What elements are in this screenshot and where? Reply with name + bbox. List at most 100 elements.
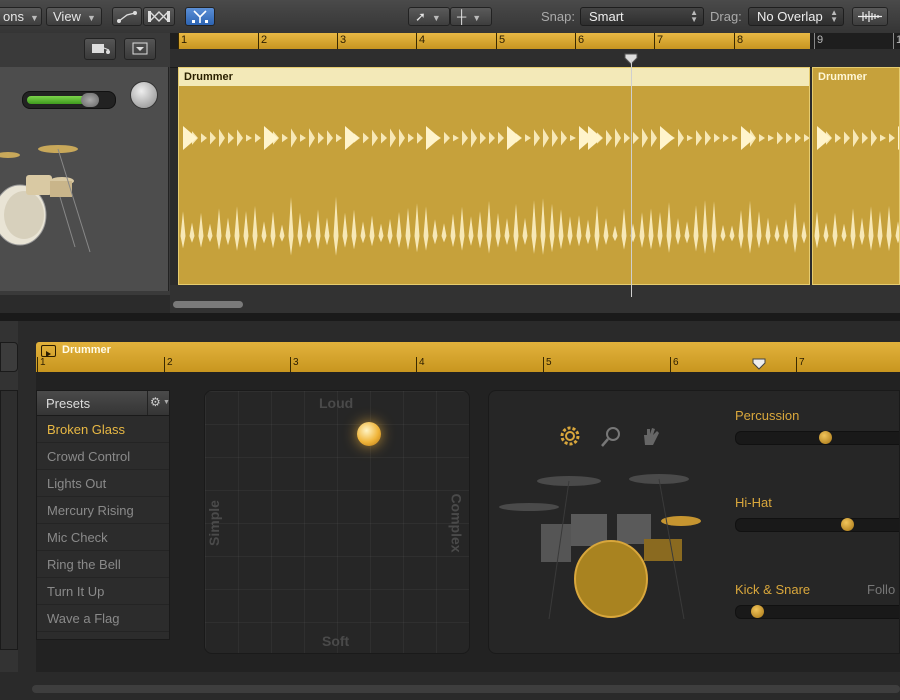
volume-slider[interactable]: [22, 91, 116, 109]
magnifier-icon[interactable]: [599, 425, 623, 449]
editor-region-name: Drummer: [62, 344, 111, 356]
flex-button[interactable]: [143, 7, 175, 26]
preset-item[interactable]: Wave a Flag: [37, 606, 169, 632]
playhead-line: [631, 60, 632, 297]
crosshair-tool-icon: ┼: [457, 9, 467, 24]
percussion-knob[interactable]: [819, 431, 832, 444]
editor-ruler[interactable]: Drummer 1 2 3 4 5 6 7: [36, 342, 900, 372]
dropdown-box-icon: [132, 42, 148, 55]
presets-title: Presets: [46, 396, 91, 411]
drag-label: Drag:: [710, 9, 742, 24]
xy-top-label: Loud: [319, 395, 354, 411]
command-click-tool-menu[interactable]: ┼ ▼: [450, 7, 492, 26]
view-menu[interactable]: View ▼: [46, 7, 102, 26]
ruler-bar-4: 4: [416, 33, 425, 49]
xy-puck[interactable]: [357, 422, 381, 446]
preset-item[interactable]: Lights Out: [37, 471, 169, 497]
pan-knob[interactable]: [130, 81, 158, 109]
arrange-scroll-area: [170, 285, 900, 313]
pane-divider[interactable]: [0, 313, 900, 321]
drum-pattern-waveform: [180, 126, 809, 256]
kick-snare-label: Kick & Snare: [735, 582, 811, 597]
presets-header: Presets ⚙ ▼: [37, 391, 170, 416]
automation-button[interactable]: [112, 7, 142, 26]
catch-icon: [192, 10, 208, 23]
view-label: View: [53, 9, 81, 24]
kick-snare-slider[interactable]: [735, 605, 899, 619]
preset-item[interactable]: Mercury Rising: [37, 498, 169, 524]
ruler-bar-2: 2: [258, 33, 267, 49]
functions-menu[interactable]: ons ▼: [0, 7, 42, 26]
gear-icon: ⚙: [150, 395, 161, 409]
kick-snare-knob[interactable]: [751, 605, 764, 618]
snap-select[interactable]: Smart ▲ ▼: [580, 7, 704, 26]
loudness-complexity-pad[interactable]: Loud Soft Simple Complex: [204, 390, 470, 654]
region-flag-button[interactable]: [84, 38, 116, 60]
stepper-icon: ▲ ▼: [830, 8, 838, 24]
ruler-bar-3: 3: [337, 33, 346, 49]
snap-value: Smart: [589, 9, 624, 24]
ruler-bar-8: 8: [734, 33, 743, 49]
presets-action-menu[interactable]: ⚙ ▼: [147, 391, 170, 415]
editor-scrollbar[interactable]: [32, 685, 900, 693]
catch-button[interactable]: [185, 7, 215, 26]
left-click-tool-menu[interactable]: ➚ ▼: [408, 7, 450, 26]
xy-left-label: Simple: [205, 500, 222, 546]
hihat-knob[interactable]: [841, 518, 854, 531]
editor-side-panel: [0, 390, 18, 650]
toolbar: ons ▼ View ▼ ➚ ▼ ┼ ▼ Snap: Smart ▲ ▼ Drag: No …: [0, 0, 900, 34]
percussion-slider[interactable]: [735, 431, 899, 445]
xy-right-label: Complex: [448, 493, 465, 553]
drummer-region[interactable]: Drummer: [812, 67, 900, 285]
flag-icon: [92, 44, 110, 54]
gear-icon[interactable]: [557, 423, 583, 449]
preset-item[interactable]: Turn It Up: [37, 579, 169, 605]
editor-bar-1: 1: [37, 357, 46, 372]
cycle-area[interactable]: 1 2 3 4 5 6 7 8: [178, 33, 810, 49]
horizontal-scrollbar[interactable]: [173, 301, 243, 308]
region-play-icon[interactable]: [41, 345, 56, 357]
drum-kit-image: [0, 145, 91, 253]
hihat-slider[interactable]: [735, 518, 899, 532]
drummer-track-header[interactable]: [0, 67, 169, 291]
hand-icon[interactable]: [639, 425, 663, 449]
editor-bar-7: 7: [796, 357, 805, 372]
preset-item[interactable]: Mic Check: [37, 525, 169, 551]
preset-item[interactable]: Ring the Bell: [37, 552, 169, 578]
editor-bar-3: 3: [290, 357, 299, 372]
track-options-button[interactable]: [124, 38, 156, 60]
drum-pattern-waveform: [814, 126, 899, 252]
ruler-lower-strip[interactable]: [170, 49, 900, 68]
stepper-icon: ▲ ▼: [690, 8, 698, 24]
ruler-bar-7: 7: [654, 33, 663, 49]
ruler-bar-5: 5: [496, 33, 505, 49]
drag-value: No Overlap: [757, 9, 823, 24]
waveform-zoom-button[interactable]: [852, 7, 888, 26]
ruler-bar-9: 9: [814, 33, 823, 49]
preset-item[interactable]: Crowd Control: [37, 444, 169, 470]
follow-label: Follo: [867, 582, 896, 597]
functions-label: ons: [3, 9, 24, 24]
snap-label: Snap:: [541, 9, 575, 24]
editor-bar-5: 5: [543, 357, 552, 372]
editor-bar-6: 6: [670, 357, 679, 372]
waveform-icon: [858, 11, 882, 22]
flex-icon: [148, 11, 170, 22]
region-name: Drummer: [179, 68, 809, 86]
ruler-bar-1: 1: [178, 33, 187, 49]
xy-bottom-label: Soft: [322, 633, 350, 649]
editor-bar-2: 2: [164, 357, 173, 372]
drum-kit-panel: Percussion Hi-Hat Kick & Snare Follo: [488, 390, 900, 654]
ruler-bar-6: 6: [575, 33, 584, 49]
hihat-label: Hi-Hat: [735, 495, 772, 510]
region-name: Drummer: [813, 68, 899, 86]
drum-kit-diagram[interactable]: [499, 469, 719, 629]
editor-playhead-icon[interactable]: [752, 358, 766, 370]
drag-select[interactable]: No Overlap ▲ ▼: [748, 7, 844, 26]
pointer-tool-icon: ➚: [415, 9, 426, 24]
editor-inspector-tab[interactable]: [0, 342, 18, 372]
drummer-region[interactable]: Drummer: [178, 67, 810, 285]
preset-item[interactable]: Broken Glass: [37, 417, 169, 443]
volume-knob[interactable]: [81, 93, 99, 107]
percussion-label: Percussion: [735, 408, 800, 423]
